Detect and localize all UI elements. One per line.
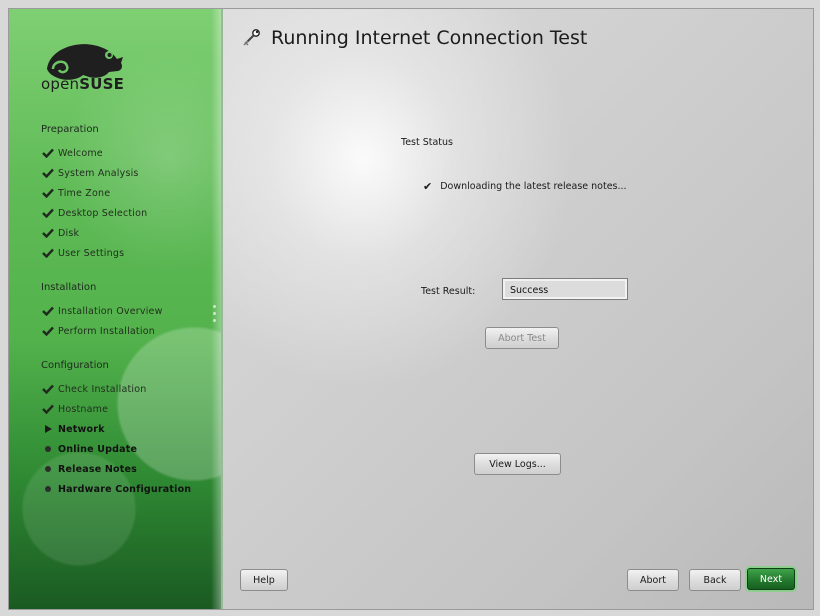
abort-button[interactable]: Abort [627, 569, 679, 591]
next-button[interactable]: Next [747, 568, 795, 590]
bullet-icon [39, 486, 57, 492]
network-plug-icon [243, 29, 260, 46]
status-message: Downloading the latest release notes... [440, 181, 627, 192]
view-logs-button[interactable]: View Logs... [474, 453, 561, 475]
back-button[interactable]: Back [689, 569, 741, 591]
step-check-installation: Check Installation [39, 381, 146, 397]
installer-window: openSUSE Preparation Welcome System Anal… [8, 8, 814, 610]
step-hardware-configuration: Hardware Configuration [39, 481, 191, 497]
test-status-label: Test Status [401, 137, 453, 148]
checkmark-icon [39, 326, 57, 336]
page-header: Running Internet Connection Test [241, 27, 587, 49]
abort-test-button[interactable]: Abort Test [485, 327, 559, 349]
current-step-arrow-icon [39, 425, 57, 433]
checkmark-icon [39, 404, 57, 414]
opensuse-wordmark: openSUSE [41, 75, 125, 93]
sidebar-resize-grip[interactable] [213, 305, 216, 327]
status-line: ✔ Downloading the latest release notes..… [423, 180, 627, 193]
bullet-icon [39, 446, 57, 452]
checkmark-icon [39, 208, 57, 218]
sidebar: openSUSE Preparation Welcome System Anal… [9, 9, 223, 609]
section-title-configuration: Configuration [41, 360, 109, 371]
main-panel: Running Internet Connection Test Test St… [223, 9, 813, 609]
step-welcome: Welcome [39, 145, 103, 161]
checkmark-icon [39, 188, 57, 198]
step-hostname: Hostname [39, 401, 108, 417]
checkmark-icon [39, 384, 57, 394]
step-network: Network [39, 421, 105, 437]
step-online-update: Online Update [39, 441, 137, 457]
section-title-preparation: Preparation [41, 124, 99, 135]
checkmark-icon [39, 148, 57, 158]
step-time-zone: Time Zone [39, 185, 110, 201]
step-disk: Disk [39, 225, 79, 241]
step-system-analysis: System Analysis [39, 165, 139, 181]
test-result-label: Test Result: [421, 286, 476, 297]
test-result-field: Success [502, 278, 628, 300]
status-checkmark-icon: ✔ [423, 180, 433, 193]
checkmark-icon [39, 306, 57, 316]
step-perform-installation: Perform Installation [39, 323, 155, 339]
section-title-installation: Installation [41, 282, 97, 293]
checkmark-icon [39, 248, 57, 258]
page-title: Running Internet Connection Test [271, 27, 588, 49]
step-user-settings: User Settings [39, 245, 124, 261]
step-installation-overview: Installation Overview [39, 303, 163, 319]
step-release-notes: Release Notes [39, 461, 137, 477]
step-desktop-selection: Desktop Selection [39, 205, 147, 221]
checkmark-icon [39, 168, 57, 178]
help-button[interactable]: Help [240, 569, 288, 591]
checkmark-icon [39, 228, 57, 238]
bullet-icon [39, 466, 57, 472]
